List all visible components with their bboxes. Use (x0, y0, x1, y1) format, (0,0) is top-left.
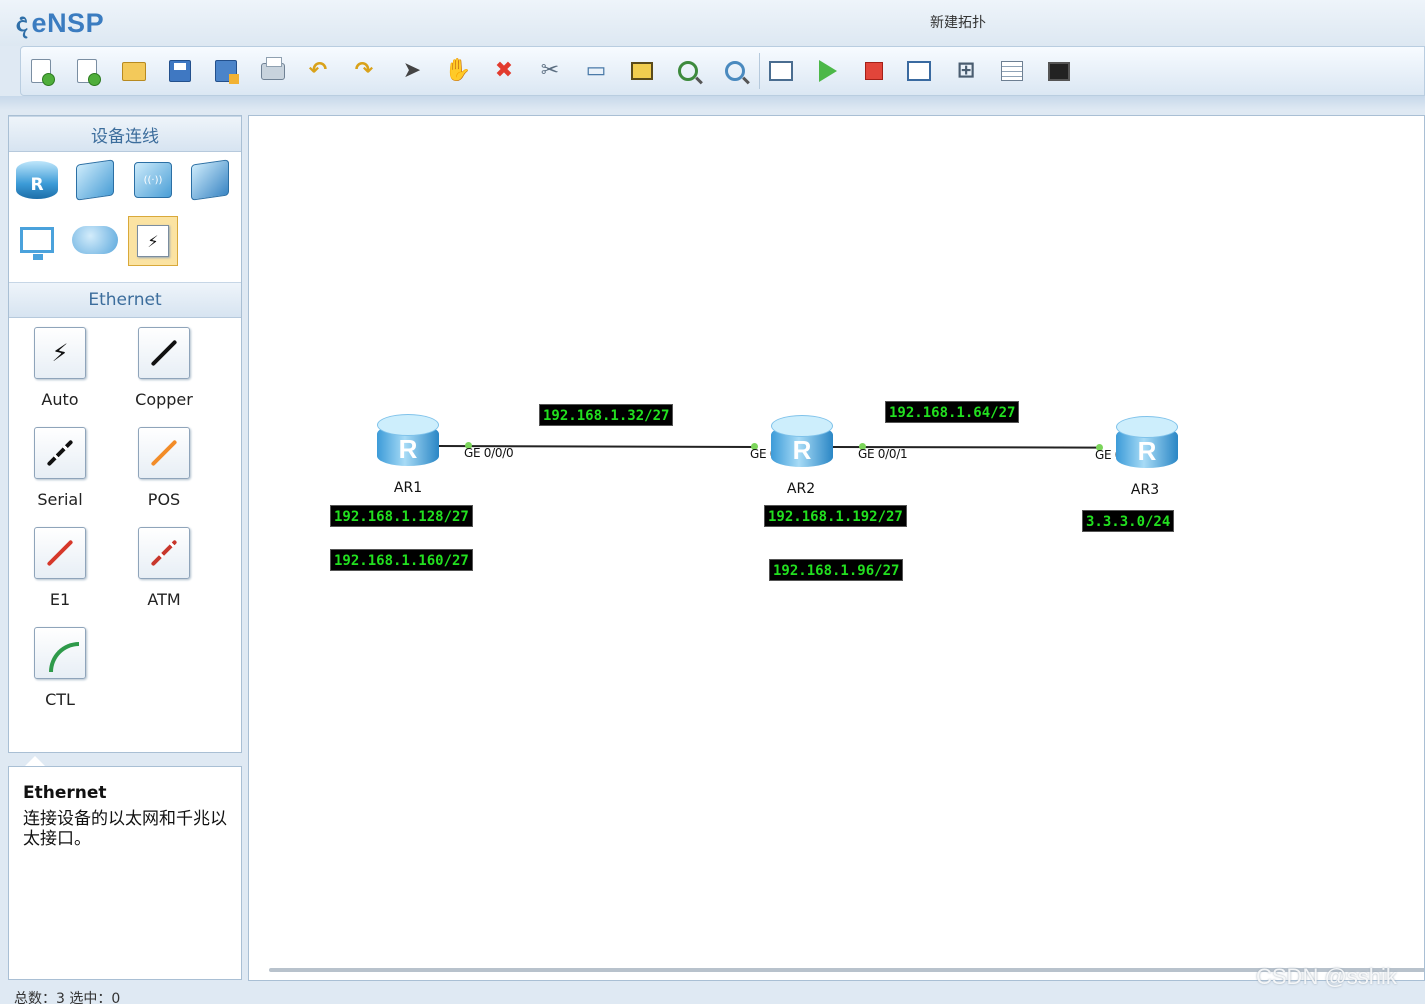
wireless-device-icon[interactable]: ((·)) (129, 156, 177, 204)
redo-icon[interactable]: ↷ (349, 56, 379, 86)
router-device-icon[interactable]: R (13, 156, 61, 204)
cable-label-serial: Serial (37, 490, 83, 509)
lightning-icon: ⚡ (137, 225, 169, 257)
router-label-ar1: AR1 (393, 480, 423, 496)
app-name: eNSP (31, 7, 105, 38)
zoom-out-icon[interactable] (720, 56, 750, 86)
network-label[interactable]: 3.3.3.0/24 (1082, 510, 1175, 532)
serial-cable-icon[interactable] (34, 427, 86, 479)
save-as-icon[interactable] (211, 56, 241, 86)
router-icon: R (1137, 436, 1157, 466)
router-icon: R (792, 435, 812, 465)
cable-category-header: Ethernet (9, 282, 241, 318)
topology-canvas[interactable]: GE 0/0/0 GE 0/0/0 GE 0/0/1 GE 0/0/0 R AR… (248, 115, 1425, 981)
cloud-device-icon[interactable] (71, 216, 119, 264)
links-device-icon[interactable]: ⚡ (128, 216, 178, 266)
cable-label-e1: E1 (49, 590, 71, 609)
window-title: 新建拓扑 (930, 15, 986, 31)
new-doc-icon[interactable] (26, 56, 56, 86)
fit-view-icon[interactable] (766, 56, 796, 86)
save-icon[interactable] (165, 56, 195, 86)
description-panel: Ethernet 连接设备的以太网和千兆以太接口。 (8, 766, 242, 980)
status-bar: 总数：3 选中：0 (0, 983, 1425, 1004)
text-note-icon[interactable]: ▭ (581, 56, 611, 86)
screen-icon[interactable] (1044, 56, 1074, 86)
toolbar-shadow (0, 96, 1425, 110)
port-label-ar2-ge001: GE 0/0/1 (858, 447, 908, 461)
new-exam-icon[interactable] (72, 56, 102, 86)
folder-icon[interactable] (119, 56, 149, 86)
network-label[interactable]: 192.168.1.32/27 (539, 404, 674, 426)
horizontal-scrollbar[interactable] (269, 968, 1424, 972)
app-logo: ද eNSP (16, 8, 104, 38)
hand-icon[interactable]: ✋ (443, 56, 473, 86)
router-ar1[interactable]: R (377, 414, 439, 470)
cable-label-pos: POS (147, 490, 181, 509)
rectangle-icon[interactable] (627, 56, 657, 86)
capture-icon[interactable] (904, 56, 934, 86)
title-bar: ද eNSP 新建拓扑 (0, 0, 1425, 46)
network-label[interactable]: 192.168.1.192/27 (764, 505, 907, 527)
play-icon[interactable] (813, 56, 843, 86)
router-ar3[interactable]: R (1116, 416, 1178, 472)
grid-icon[interactable] (997, 56, 1027, 86)
network-label[interactable]: 192.168.1.128/27 (330, 505, 473, 527)
network-label[interactable]: 192.168.1.160/27 (330, 549, 473, 571)
e1-cable-icon[interactable] (34, 527, 86, 579)
cable-label-ctl: CTL (45, 690, 75, 709)
router-label-ar2: AR2 (786, 481, 816, 497)
pointer-icon[interactable]: ➤ (397, 56, 427, 86)
description-title: Ethernet (23, 783, 107, 803)
delete-link-icon[interactable]: ✂ (535, 56, 565, 86)
description-text: 连接设备的以太网和千兆以太接口。 (23, 809, 227, 849)
zoom-in-icon[interactable] (673, 56, 703, 86)
router-label-ar3: AR3 (1130, 482, 1160, 498)
router-icon: R (398, 434, 418, 464)
auto-cable-icon[interactable]: ⚡ (34, 327, 86, 379)
toolbar: ↶ ↷ ➤ ✋ ✖ ✂ ▭ ⊞ (20, 46, 1425, 96)
cable-label-auto: Auto (41, 390, 79, 409)
ctl-cable-icon[interactable] (34, 627, 86, 679)
ensp-logo-icon: ද (16, 8, 28, 38)
pc-device-icon[interactable] (13, 216, 61, 264)
toolbar-separator (759, 53, 760, 89)
delete-icon[interactable]: ✖ (489, 56, 519, 86)
firewall-device-icon[interactable] (186, 156, 234, 204)
watermark: CSDN @sshik (1256, 964, 1397, 989)
cable-label-atm: ATM (147, 590, 181, 609)
device-palette: 设备连线 R ((·)) ⚡ Ethernet ⚡ Auto Copper Se… (8, 115, 242, 753)
network-label[interactable]: 192.168.1.96/27 (769, 559, 904, 581)
network-label[interactable]: 192.168.1.64/27 (885, 401, 1020, 423)
print-icon[interactable] (258, 56, 288, 86)
port-label-ar1-ge000: GE 0/0/0 (464, 446, 514, 460)
switch-device-icon[interactable] (71, 156, 119, 204)
pos-cable-icon[interactable] (138, 427, 190, 479)
undo-icon[interactable]: ↶ (303, 56, 333, 86)
topology-icon[interactable]: ⊞ (951, 56, 981, 86)
atm-cable-icon[interactable] (138, 527, 190, 579)
router-ar2[interactable]: R (771, 415, 833, 471)
copper-cable-icon[interactable] (138, 327, 190, 379)
cable-label-copper: Copper (135, 390, 193, 409)
palette-category-header: 设备连线 (9, 116, 241, 152)
stop-icon[interactable] (859, 56, 889, 86)
